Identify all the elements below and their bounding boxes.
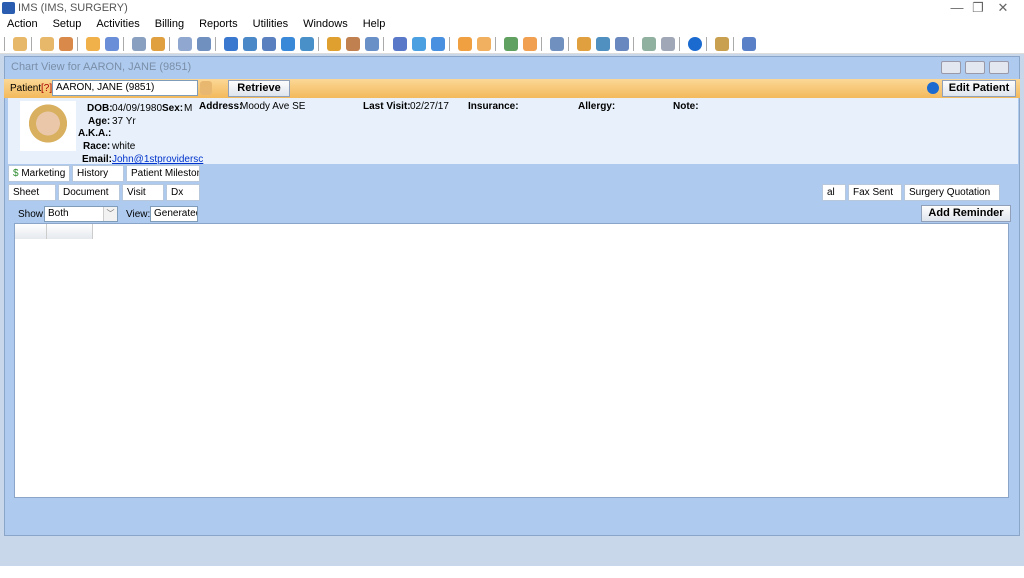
- export-icon[interactable]: [595, 37, 610, 51]
- toolbar: [0, 34, 1024, 54]
- allergy-label: Allergy:: [578, 101, 616, 112]
- menu-help[interactable]: Help: [356, 16, 394, 30]
- folder-icon[interactable]: [86, 37, 101, 51]
- chart-window-caption: Chart View for AARON, JANE (9851): [11, 61, 192, 73]
- report-person-icon[interactable]: [522, 37, 537, 51]
- help-icon[interactable]: [927, 82, 939, 94]
- tab-surgery-quotation[interactable]: Surgery Quotation: [904, 184, 1000, 201]
- patient-bar: Patient [?] AARON, JANE (9851) Retrieve …: [4, 79, 1020, 98]
- mdi-close-button[interactable]: [989, 61, 1009, 74]
- patient-label: Patient: [10, 83, 42, 94]
- mdi-restore-button[interactable]: [965, 61, 985, 74]
- edit-patient-button[interactable]: Edit Patient: [942, 80, 1016, 97]
- view-select[interactable]: Generated T: [150, 206, 198, 222]
- lab-flask-icon[interactable]: [151, 37, 166, 51]
- notes-icon[interactable]: [178, 37, 193, 51]
- race-label: Race:: [83, 141, 111, 152]
- menu-windows[interactable]: Windows: [296, 16, 356, 30]
- import-icon[interactable]: [614, 37, 629, 51]
- report-icon[interactable]: [549, 37, 564, 51]
- app-title: IMS (IMS, SURGERY): [18, 2, 128, 14]
- patient-help-link[interactable]: [?]: [41, 83, 52, 94]
- tab-patient-milestones[interactable]: Patient Milestones: [126, 165, 200, 182]
- patient-search-icon[interactable]: [200, 81, 212, 95]
- edit-icon[interactable]: [105, 37, 120, 51]
- app-icon: [2, 2, 15, 14]
- menu-bar: Action Setup Activities Billing Reports Utili…: [0, 16, 1024, 34]
- menu-activities[interactable]: Activities: [89, 16, 147, 30]
- add-reminder-button[interactable]: Add Reminder: [921, 205, 1011, 222]
- tab-sheet[interactable]: Sheet: [8, 184, 56, 201]
- billing-dollar-icon[interactable]: [224, 37, 239, 51]
- tab-document[interactable]: Document: [58, 184, 120, 201]
- menu-action[interactable]: Action: [0, 16, 46, 30]
- tab-dx[interactable]: Dx: [166, 184, 200, 201]
- tab-visit[interactable]: Visit: [122, 184, 164, 201]
- tab-fax-sent[interactable]: Fax Sent: [848, 184, 902, 201]
- view-label: View:: [126, 209, 151, 220]
- help-icon[interactable]: [687, 37, 702, 51]
- exit-icon[interactable]: [742, 37, 756, 51]
- document-icon[interactable]: [132, 37, 147, 51]
- provider-check-icon[interactable]: [59, 37, 74, 51]
- grid-header-indicator: [15, 224, 47, 239]
- address-value: Moody Ave SE: [240, 101, 306, 112]
- refund-icon[interactable]: [300, 37, 315, 51]
- payment-icon[interactable]: [243, 37, 258, 51]
- report-bar-icon[interactable]: [503, 37, 518, 51]
- retrieve-button[interactable]: Retrieve: [228, 80, 290, 97]
- calendar-icon[interactable]: [327, 37, 342, 51]
- dob-value: 04/09/1980: [112, 103, 163, 114]
- tab-partial[interactable]: al: [822, 184, 846, 201]
- email-label: Email:: [82, 154, 113, 165]
- schedule-icon[interactable]: [457, 37, 472, 51]
- form-icon[interactable]: [641, 37, 656, 51]
- close-window-button[interactable]: ✕: [980, 0, 1024, 16]
- show-select[interactable]: Both ﹀: [44, 206, 118, 222]
- patient-photo: [20, 101, 76, 151]
- claim-icon[interactable]: [262, 37, 277, 51]
- menu-setup[interactable]: Setup: [46, 16, 90, 30]
- menu-reports[interactable]: Reports: [192, 16, 246, 30]
- back-icon[interactable]: [392, 37, 407, 51]
- patient-input[interactable]: AARON, JANE (9851): [52, 80, 198, 96]
- dob-label: DOB:: [87, 103, 113, 114]
- insurance-label: Insurance:: [468, 101, 519, 112]
- last-visit-value: 02/27/17: [410, 101, 449, 112]
- tab-history[interactable]: History: [72, 165, 124, 182]
- email-link[interactable]: John@1stprovidersc: [112, 154, 203, 165]
- schedule2-icon[interactable]: [476, 37, 491, 51]
- sync-icon[interactable]: [576, 37, 591, 51]
- tab-marketing[interactable]: $ Marketing: [8, 165, 70, 182]
- sex-label: Sex:: [162, 103, 184, 114]
- menu-billing[interactable]: Billing: [148, 16, 192, 30]
- chart-icon[interactable]: [365, 37, 380, 51]
- reminder-grid: [14, 223, 1009, 498]
- fax-icon[interactable]: [411, 37, 426, 51]
- mdi-minimize-button[interactable]: [941, 61, 961, 74]
- patient-icon[interactable]: [13, 37, 28, 51]
- sex-value: M: [184, 103, 193, 114]
- last-visit-label: Last Visit:: [363, 101, 411, 112]
- menu-utilities[interactable]: Utilities: [246, 16, 296, 30]
- address-label: Address:: [199, 101, 243, 112]
- ledger-icon[interactable]: [346, 37, 361, 51]
- note-edit-icon[interactable]: [197, 37, 212, 51]
- age-value: 37 Yr: [112, 116, 136, 127]
- note-label: Note:: [673, 101, 699, 112]
- age-label: Age:: [88, 116, 111, 127]
- sheet-icon[interactable]: [660, 37, 675, 51]
- fax2-icon[interactable]: [430, 37, 445, 51]
- show-label: Show:: [18, 209, 46, 220]
- coins-icon[interactable]: [281, 37, 296, 51]
- aka-label: A.K.A.:: [78, 128, 112, 139]
- lock-icon[interactable]: [714, 37, 729, 51]
- race-value: white: [112, 141, 136, 152]
- title-bar: IMS (IMS, SURGERY) — ❐ ✕: [0, 0, 1024, 16]
- provider-icon[interactable]: [40, 37, 55, 51]
